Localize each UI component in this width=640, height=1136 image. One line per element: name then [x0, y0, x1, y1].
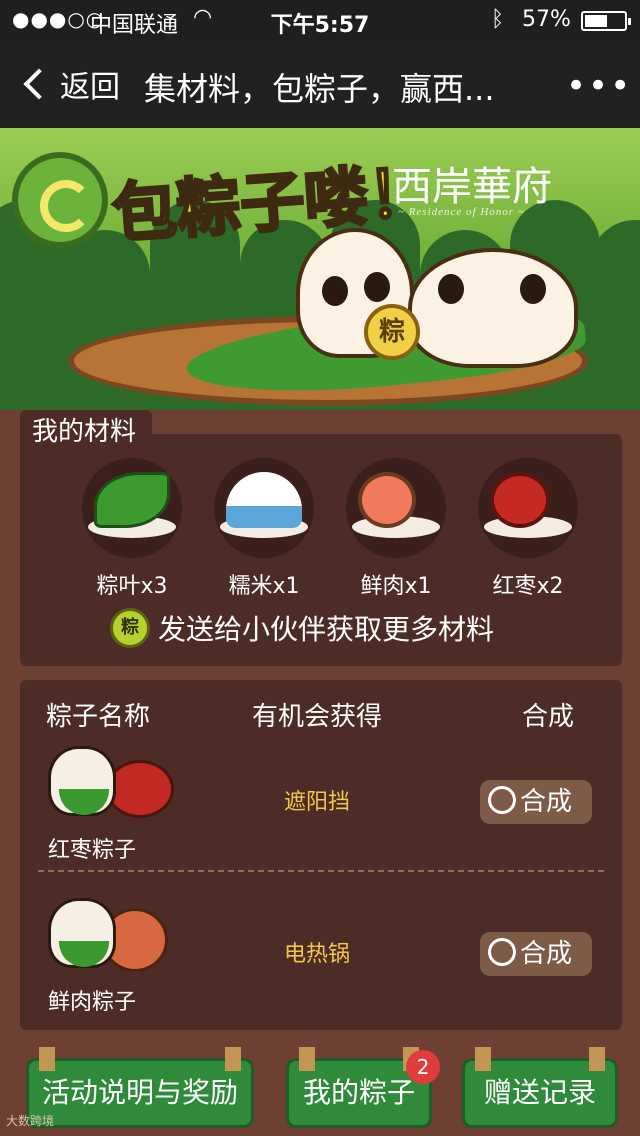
column-header-action: 合成: [522, 702, 575, 732]
nav-bar: 返回 集材料，包粽子，赢西... •••: [0, 40, 640, 128]
rules-and-prizes-button[interactable]: 活动说明与奖励: [26, 1047, 254, 1128]
lightbulb-icon: [488, 786, 516, 814]
material-label: 鲜肉x1: [360, 574, 432, 599]
recipe-prize: 遮阳挡: [283, 790, 350, 815]
zongzi-logo-icon: [12, 152, 108, 248]
watermark: 大数跨境: [6, 1114, 55, 1128]
combine-label: 合成: [520, 787, 573, 817]
status-bar: ●●●○○ 中国联通 ◠ 下午5:57 ᛒ 57%: [0, 0, 640, 40]
zongzi-coin-icon: 粽: [364, 304, 420, 360]
bluetooth-icon: ᛒ: [491, 7, 505, 32]
recipe-row: 鲜肉粽子 电热锅 合成: [20, 898, 622, 1038]
meat-zongzi-icon: [48, 898, 178, 978]
recipes-panel: 粽子名称 有机会获得 合成 红枣粽子 遮阳挡 合成 鲜肉粽子 电热锅 合成: [20, 680, 622, 1030]
battery-percent: 57%: [522, 7, 571, 32]
notification-badge: 2: [406, 1050, 440, 1084]
combine-label: 合成: [520, 939, 573, 969]
back-label: 返回: [60, 70, 120, 105]
column-header-prize: 有机会获得: [252, 702, 383, 732]
lightbulb-icon: [488, 938, 516, 966]
back-button[interactable]: 返回: [18, 62, 120, 106]
brand-subtitle: ~ Residence of Honor ~: [398, 206, 525, 218]
page-title: 集材料，包粽子，赢西...: [144, 70, 495, 108]
material-label: 粽叶x3: [96, 574, 168, 599]
materials-title: 我的材料: [20, 410, 153, 454]
material-item-meat: 鲜肉x1: [336, 458, 456, 599]
recipe-prize: 电热锅: [283, 942, 350, 967]
send-to-friends-link[interactable]: 粽 发送给小伙伴获取更多材料: [110, 608, 494, 648]
chevron-left-icon: [23, 68, 55, 100]
combine-button[interactable]: 合成: [480, 932, 592, 976]
brand-logo: 西岸華府: [392, 164, 552, 210]
material-label: 糯米x1: [228, 574, 300, 599]
bottom-nav: 活动说明与奖励 我的粽子 2 赠送记录: [0, 1044, 640, 1136]
red-date-zongzi-icon: [48, 746, 178, 826]
send-to-friends-text: 发送给小伙伴获取更多材料: [158, 613, 495, 646]
column-header-name: 粽子名称: [46, 702, 151, 732]
hero-banner: 包粽子喽！ 西岸華府 ~ Residence of Honor ~ 粽: [0, 128, 640, 410]
meat-icon: [358, 472, 416, 528]
combine-button[interactable]: 合成: [480, 780, 592, 824]
red-date-icon: [490, 472, 550, 528]
materials-panel: 我的材料 粽叶x3 糯米x1 鲜肉x1 红枣x2 粽 发送给小伙伴获取更多材料: [20, 410, 622, 666]
recipe-name: 鲜肉粽子: [48, 990, 137, 1015]
battery-icon: [581, 11, 631, 31]
material-item-red-date: 红枣x2: [468, 458, 588, 599]
more-menu-button[interactable]: •••: [566, 66, 632, 106]
material-item-rice: 糯米x1: [204, 458, 324, 599]
zongzi-mascot-right: [408, 248, 578, 368]
zongzi-coin-icon: 粽: [110, 608, 150, 648]
recipe-name: 红枣粽子: [48, 838, 137, 863]
material-item-leaf: 粽叶x3: [72, 458, 192, 599]
material-label: 红枣x2: [492, 574, 564, 599]
row-divider: [38, 870, 604, 872]
gift-record-button[interactable]: 赠送记录: [462, 1047, 618, 1128]
recipe-row: 红枣粽子 遮阳挡 合成: [20, 746, 622, 886]
